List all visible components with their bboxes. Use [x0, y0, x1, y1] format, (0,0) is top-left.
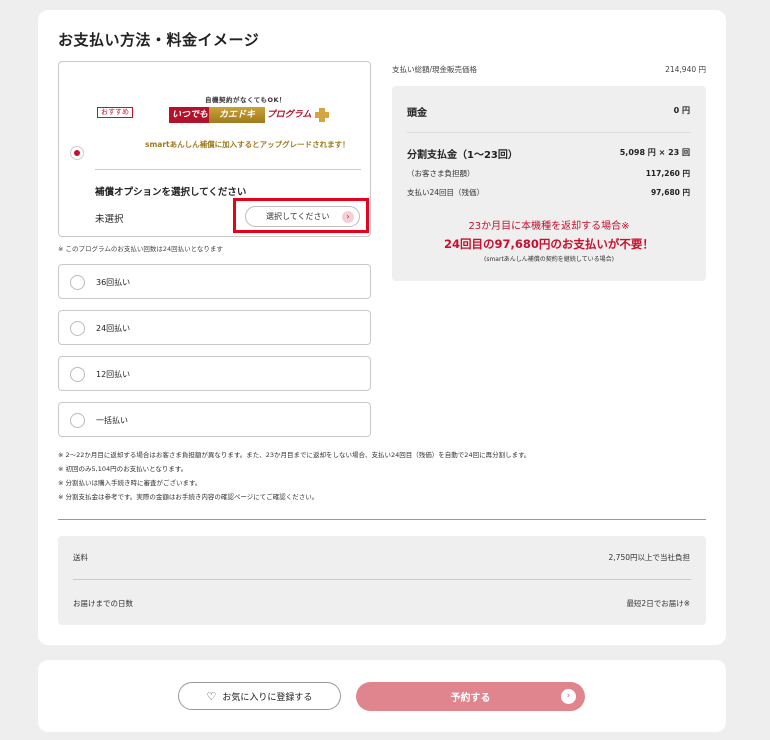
- total-label: 支払い総額/現金販売価格: [392, 65, 478, 74]
- divider: [95, 169, 361, 170]
- notes: ※ 2〜22か月目に返却する場合はお客さま負担額が異なります。また、23か月目ま…: [58, 448, 530, 504]
- payment-option-36[interactable]: 36回払い: [58, 264, 371, 299]
- logo-segment: プログラム: [265, 107, 313, 123]
- shipping-panel: 送料 2,750円以上で当社負担 お届けまでの日数 最短2日でお届け※: [58, 536, 706, 625]
- logo-segment: カエドキ: [209, 107, 265, 123]
- note-line: ※ 2〜22か月目に返却する場合はお客さま負担額が異なります。また、23か月目ま…: [58, 451, 531, 459]
- divider: [407, 132, 691, 133]
- payment-option-label: 24回払い: [96, 324, 131, 333]
- option-value: 未選択: [95, 214, 124, 225]
- note-line: ※ 分割払いは購入手続き時に審査がございます。: [58, 479, 202, 487]
- final-payment-label: 支払い24回目（残価）: [407, 188, 485, 197]
- downpayment-value: 0 円: [673, 106, 690, 115]
- note-line: ※ 分割支払金は参考です。実際の金額はお手続き内容の確認ページにてご確認ください…: [58, 493, 319, 501]
- plan-note: ※ このプログラムのお支払い回数は24回払いとなります: [58, 245, 223, 253]
- customer-share-label: （お客さま負担額）: [407, 169, 475, 178]
- payment-card: お支払い方法・料金イメージ 自機契約がなくてもOK！ おすすめ いつでも カエド…: [38, 10, 726, 645]
- no-payment-alert: 24回目の97,680円のお支払いが不要！: [444, 237, 654, 251]
- downpayment-label: 頭金: [407, 108, 427, 119]
- chevron-right-icon: ›: [561, 689, 576, 704]
- option-heading: 補償オプションを選択してください: [95, 187, 247, 198]
- highlight-box: [233, 198, 369, 233]
- plan-radio[interactable]: [70, 146, 84, 160]
- plus-icon: [314, 107, 330, 123]
- radio-24[interactable]: [70, 321, 85, 336]
- reserve-button[interactable]: 予約する ›: [356, 682, 585, 711]
- return-alert: 23か月目に本機種を返却する場合※: [468, 221, 630, 232]
- price-panel: 頭金 0 円 分割支払金（1〜23回） 5,098 円 × 23 回 （お客さま…: [392, 86, 706, 281]
- plan-option-card[interactable]: 自機契約がなくてもOK！ おすすめ いつでも カエドキ プログラム smartあ…: [58, 61, 371, 237]
- payment-option-lump[interactable]: 一括払い: [58, 402, 371, 437]
- heart-icon: ♡: [206, 689, 217, 703]
- section-title: お支払い方法・料金イメージ: [58, 31, 260, 49]
- radio-36[interactable]: [70, 275, 85, 290]
- banner-subtitle: 自機契約がなくてもOK！: [205, 96, 287, 104]
- favorite-label: お気に入りに登録する: [222, 692, 313, 703]
- installment-label: 分割支払金（1〜23回）: [407, 150, 518, 161]
- shipping-fee-label: 送料: [73, 553, 88, 562]
- reserve-label: 予約する: [450, 693, 491, 704]
- payment-option-label: 12回払い: [96, 370, 131, 379]
- recommended-badge: おすすめ: [97, 107, 133, 118]
- delivery-days-label: お届けまでの日数: [73, 599, 133, 608]
- radio-12[interactable]: [70, 367, 85, 382]
- logo-segment: いつでも: [169, 107, 211, 123]
- shipping-fee-value: 2,750円以上で当社負担: [608, 553, 690, 562]
- payment-option-label: 36回払い: [96, 278, 131, 287]
- program-logo: いつでも カエドキ プログラム: [169, 107, 332, 123]
- payment-option-label: 一括払い: [96, 416, 128, 425]
- payment-option-12[interactable]: 12回払い: [58, 356, 371, 391]
- alert-condition: (smartあんしん補償の契約を継続している場合): [484, 256, 614, 263]
- payment-option-24[interactable]: 24回払い: [58, 310, 371, 345]
- delivery-days-value: 最短2日でお届け※: [626, 599, 690, 608]
- customer-share-value: 117,260 円: [645, 169, 690, 178]
- installment-value: 5,098 円 × 23 回: [619, 148, 690, 157]
- divider: [73, 579, 691, 580]
- note-line: ※ 初回のみ5,104円のお支払いとなります。: [58, 465, 188, 473]
- final-payment-value: 97,680 円: [650, 188, 690, 197]
- banner-description: smartあんしん補償に加入するとアップグレードされます！: [145, 140, 350, 149]
- action-card: ♡ お気に入りに登録する 予約する ›: [38, 660, 726, 732]
- radio-lump[interactable]: [70, 413, 85, 428]
- divider: [58, 519, 706, 520]
- total-value: 214,940 円: [665, 65, 706, 74]
- favorite-button[interactable]: ♡ お気に入りに登録する: [178, 682, 341, 710]
